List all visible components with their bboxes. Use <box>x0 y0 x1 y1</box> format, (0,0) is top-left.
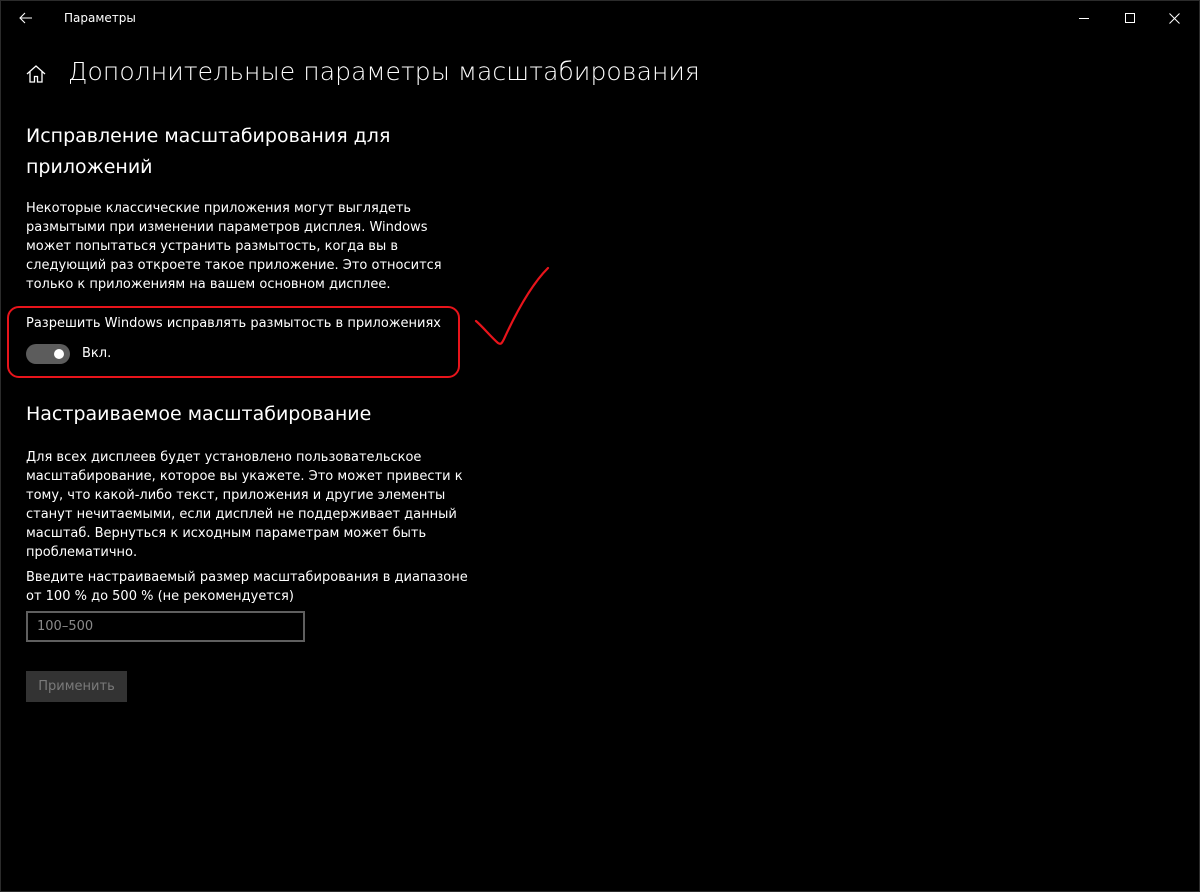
home-icon[interactable] <box>25 63 47 85</box>
custom-scaling-description: Для всех дисплеев будет установлено поль… <box>26 450 463 560</box>
annotation-checkmark <box>474 266 550 345</box>
close-icon <box>1168 12 1180 24</box>
custom-scale-input[interactable] <box>26 611 305 642</box>
annotation-highlight-box <box>7 306 460 378</box>
minimize-button[interactable] <box>1061 1 1107 35</box>
back-arrow-icon <box>19 12 32 24</box>
maximize-icon <box>1124 12 1135 23</box>
title-bar: Параметры <box>1 1 1199 35</box>
minimize-icon <box>1078 17 1089 19</box>
settings-window: Параметры Дополнительные параметры масшт… <box>0 0 1200 892</box>
page-title: Дополнительные параметры масштабирования <box>68 57 700 86</box>
fix-scaling-description: Некоторые классические приложения могут … <box>26 201 442 292</box>
fix-scaling-heading: Исправление масштабирования для приложен… <box>26 125 391 178</box>
close-button[interactable] <box>1151 1 1197 35</box>
back-button[interactable] <box>9 3 43 33</box>
maximize-button[interactable] <box>1107 1 1153 35</box>
window-title: Параметры <box>64 11 136 25</box>
apply-button[interactable]: Применить <box>26 671 127 702</box>
custom-scaling-heading: Настраиваемое масштабирование <box>26 403 372 425</box>
scale-range-label: Введите настраиваемый размер масштабиров… <box>26 570 468 604</box>
